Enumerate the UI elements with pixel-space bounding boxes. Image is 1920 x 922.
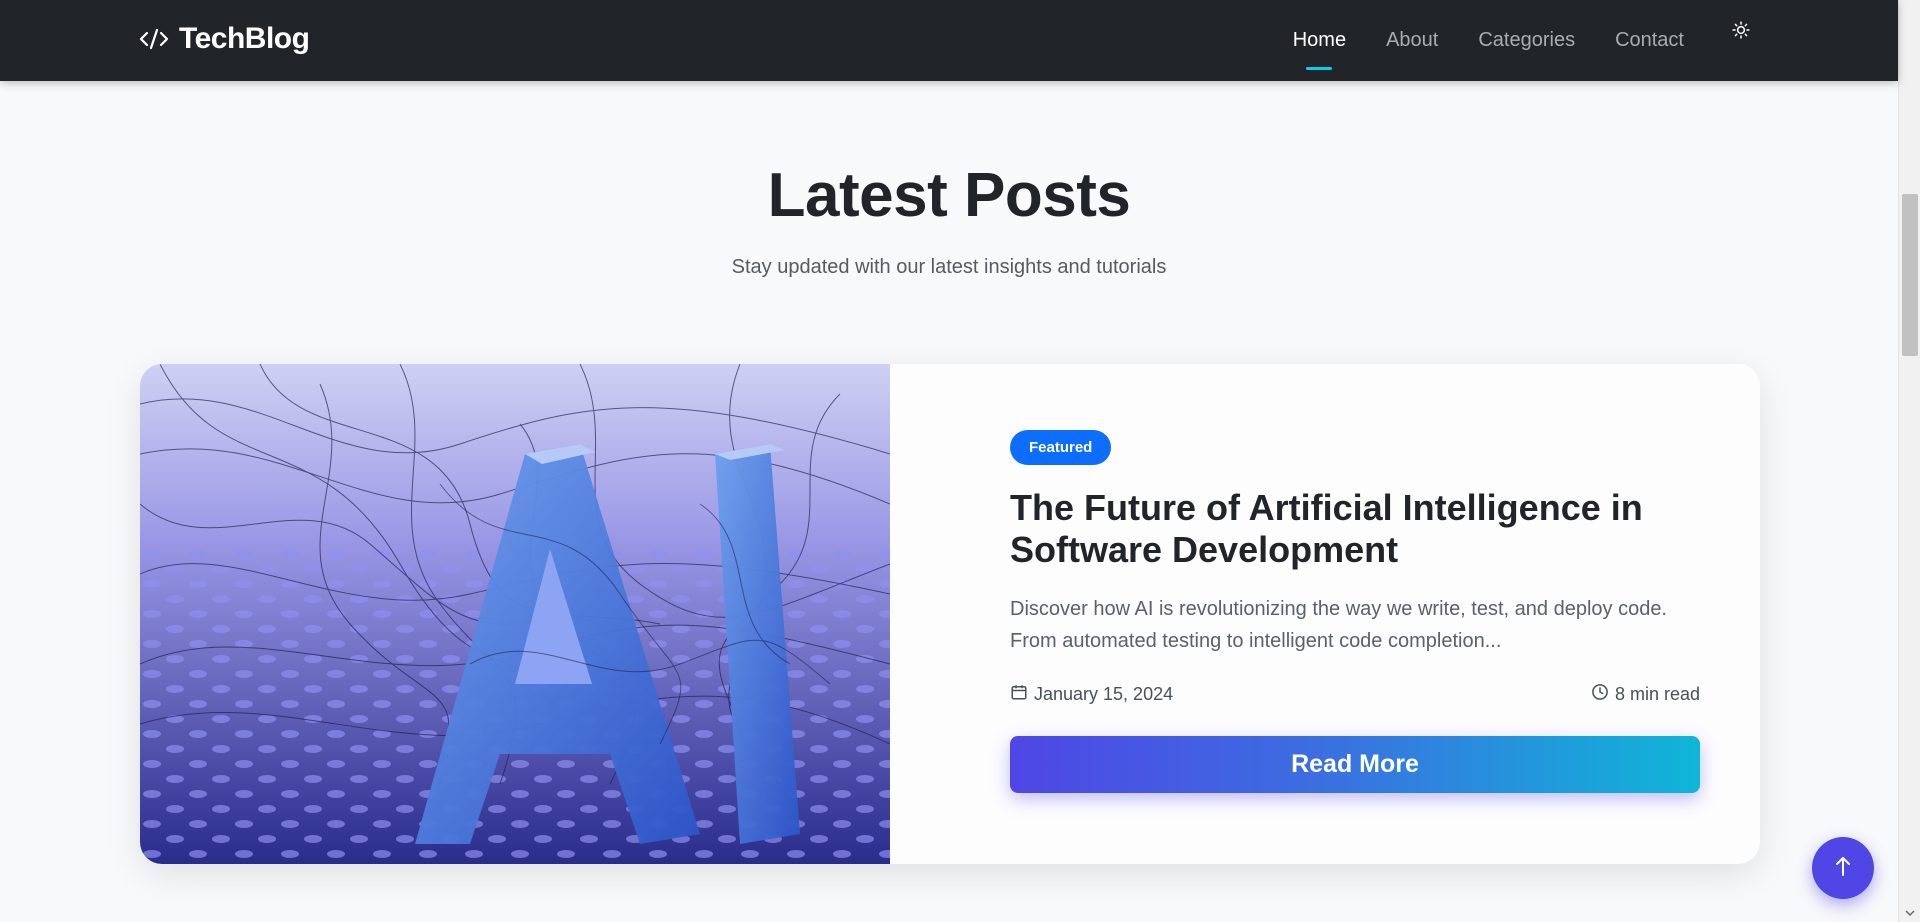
sun-icon [1732, 20, 1750, 44]
read-time-text: 8 min read [1614, 684, 1700, 704]
nav-link-about[interactable]: About [1386, 21, 1438, 60]
calendar-icon [1010, 683, 1028, 706]
clock-icon [1591, 683, 1609, 706]
brand-name: TechBlog [179, 22, 310, 55]
nav-link-categories[interactable]: Categories [1478, 21, 1575, 60]
read-more-button[interactable]: Read More [1010, 736, 1700, 793]
post-excerpt: Discover how AI is revolutionizing the w… [1010, 598, 1667, 652]
post-title[interactable]: The Future of Artificial Intelligence in… [1010, 487, 1700, 571]
post-read-time: 8 min read [1591, 683, 1700, 706]
post-date-text: January 15, 2024 [1034, 684, 1174, 704]
back-to-top-button[interactable] [1812, 837, 1874, 899]
section-subtitle: Stay updated with our latest insights an… [731, 256, 1167, 278]
code-icon [139, 27, 169, 51]
page-scrollbar[interactable] [1898, 0, 1920, 922]
nav-menu: Home About Categories Contact [1293, 0, 1684, 81]
nav-link-home[interactable]: Home [1293, 21, 1346, 60]
featured-post-card: Featured The Future of Artificial Intell… [140, 364, 1760, 864]
post-content: Featured The Future of Artificial Intell… [1010, 430, 1700, 793]
arrow-up-icon [1833, 855, 1853, 882]
scrollbar-thumb[interactable] [1902, 194, 1918, 356]
navbar: TechBlog Home About Categories Contact [0, 0, 1898, 81]
featured-badge: Featured [1010, 430, 1112, 465]
brand-logo[interactable]: TechBlog [139, 22, 310, 56]
theme-toggle-button[interactable] [1728, 19, 1754, 45]
nav-link-contact[interactable]: Contact [1615, 21, 1684, 60]
post-meta: January 15, 2024 8 min read [1010, 683, 1700, 706]
post-date: January 15, 2024 [1010, 683, 1173, 706]
post-image[interactable] [140, 364, 890, 864]
section-title: Latest Posts [767, 161, 1131, 230]
scroll-down-icon[interactable] [1905, 908, 1915, 918]
